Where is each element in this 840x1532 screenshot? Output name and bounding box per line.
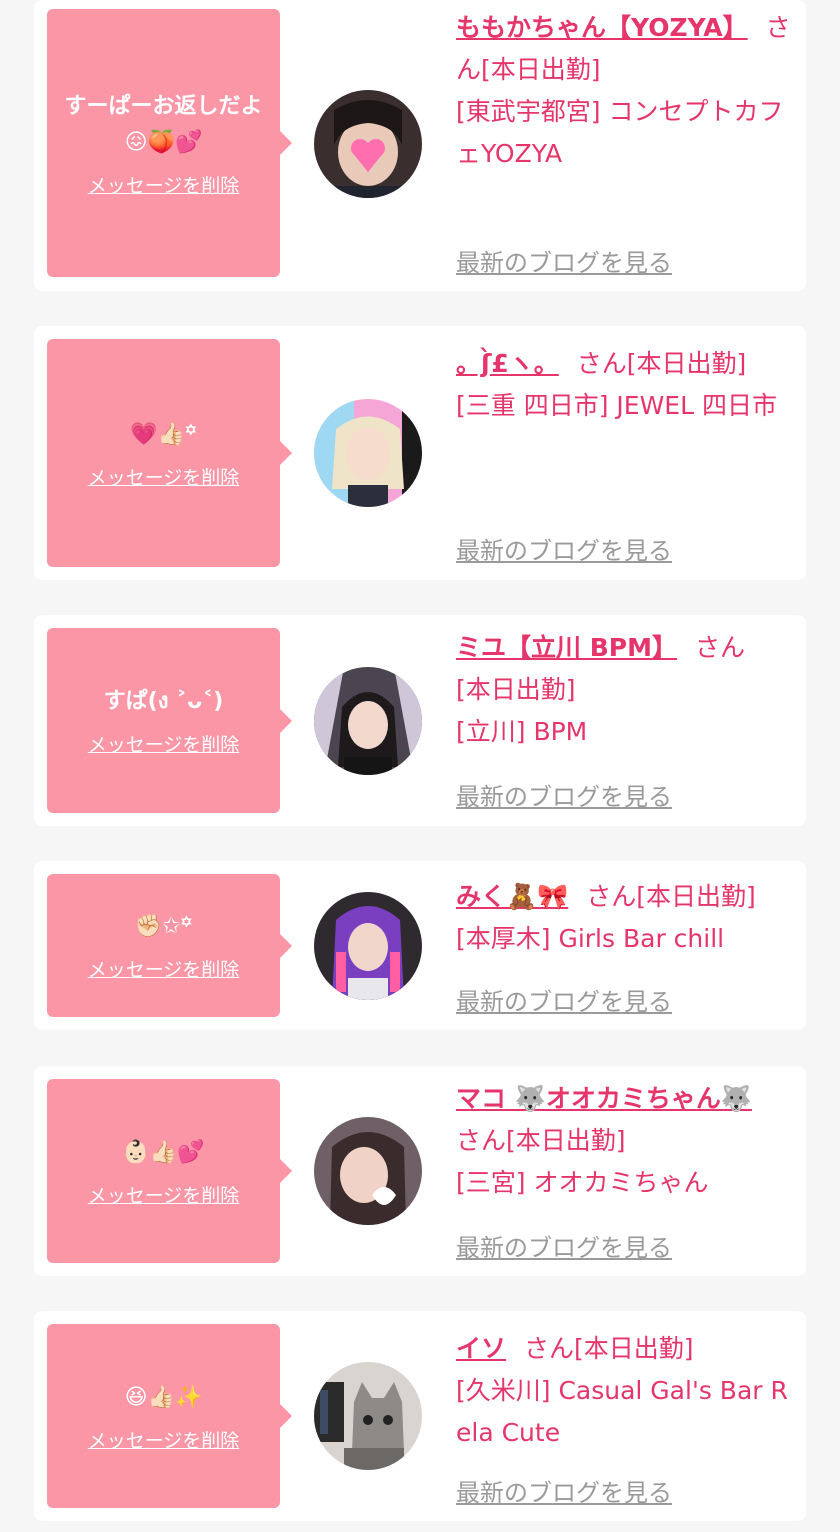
cast-info: みく🧸🎀 さん[本日出勤] [本厚木] Girls Bar chill [456,876,806,960]
status-text: [本日出勤] [636,882,756,911]
message-card: 👶🏻👍🏻💕 メッセージを削除 マコ 🐺オオカミちゃん🐺 さん[本日出勤] [三宮… [34,1066,806,1276]
avatar[interactable] [314,892,422,1000]
latest-blog-link[interactable]: 最新のブログを見る [456,243,672,278]
message-bubble: 👶🏻👍🏻💕 メッセージを削除 [47,1079,292,1263]
avatar[interactable] [314,1362,422,1470]
cast-name-link[interactable]: 。ʃ̀£ヽ。 [456,349,559,378]
latest-blog-link[interactable]: 最新のブログを見る [456,777,672,812]
status-text: [本日出勤] [456,675,576,704]
latest-blog-link[interactable]: 最新のブログを見る [456,531,672,566]
delete-message-link[interactable]: メッセージを削除 [88,463,240,490]
shop-location: [三重 四日市] JEWEL 四日市 [456,391,777,420]
delete-message-link[interactable]: メッセージを削除 [88,171,240,198]
honorific: さん [524,1334,575,1363]
cast-info: マコ 🐺オオカミちゃん🐺 さん[本日出勤] [三宮] オオカミちゃん [456,1078,806,1204]
avatar[interactable] [314,90,422,198]
cast-name-link[interactable]: イソ [456,1334,506,1363]
shop-location: [立川] BPM [456,717,588,746]
status-text: [本日出勤] [481,55,601,84]
delete-message-link[interactable]: メッセージを削除 [88,1426,240,1453]
latest-blog-link[interactable]: 最新のブログを見る [456,1473,672,1508]
shop-location: [本厚木] Girls Bar chill [456,924,725,953]
message-card: 😆👍🏻✨ メッセージを削除 イソ さん[本日出勤] [久米川] Casual Ga… [34,1311,806,1521]
message-text: すぱ(ง ˃ᴗ˂) [103,689,224,714]
honorific: さん [586,882,637,911]
message-card: すぱ(ง ˃ᴗ˂) メッセージを削除 ミユ【立川 BPM】 さん [本日出勤] [… [34,615,806,826]
cast-name-link[interactable]: みく🧸🎀 [456,882,568,911]
message-text: 😆👍🏻✨ [124,1384,203,1410]
message-text: ✊🏻✩꙳ [134,914,193,939]
message-text: 👶🏻👍🏻💕 [122,1139,205,1165]
cast-name-link[interactable]: ミユ【立川 BPM】 [456,633,677,662]
latest-blog-link[interactable]: 最新のブログを見る [456,1228,672,1263]
avatar[interactable] [314,667,422,775]
cast-info: ミユ【立川 BPM】 さん [本日出勤] [立川] BPM [456,627,796,753]
shop-location: [久米川] Casual Gal's Bar Rela Cute [456,1376,788,1447]
latest-blog-link[interactable]: 最新のブログを見る [456,982,672,1017]
message-card: 💗👍🏻꙳ メッセージを削除 。ʃ̀£ヽ。 さん[本日出勤] [三重 四日市] JE… [34,326,806,580]
message-bubble: すーぱーお返しだよ😖🍑💕 メッセージを削除 [47,9,292,277]
message-card: すーぱーお返しだよ😖🍑💕 メッセージを削除 ももかちゃん【YOZYA】 さん[本日… [34,0,806,291]
message-text: すーぱーお返しだよ😖🍑💕 [64,93,263,155]
cast-name-link[interactable]: ももかちゃん【YOZYA】 [456,13,748,42]
cast-info: イソ さん[本日出勤] [久米川] Casual Gal's Bar Rela C… [456,1328,796,1454]
message-text: 💗👍🏻꙳ [130,421,197,447]
message-card: ✊🏻✩꙳ メッセージを削除 みく🧸🎀 さん[本日出勤] [本厚木] Girls B… [34,861,806,1030]
delete-message-link[interactable]: メッセージを削除 [88,1181,240,1208]
honorific: さん [694,633,745,662]
honorific: さん [576,349,627,378]
shop-location: [東武宇都宮] コンセプトカフェYOZYA [456,97,784,168]
message-bubble: すぱ(ง ˃ᴗ˂) メッセージを削除 [47,628,292,813]
delete-message-link[interactable]: メッセージを削除 [88,730,240,757]
cast-name-link[interactable]: マコ 🐺オオカミちゃん🐺 [456,1084,752,1113]
delete-message-link[interactable]: メッセージを削除 [88,955,240,982]
cast-info: ももかちゃん【YOZYA】 さん[本日出勤] [東武宇都宮] コンセプトカフェYO… [456,7,796,175]
message-bubble: ✊🏻✩꙳ メッセージを削除 [47,874,292,1017]
status-text: [本日出勤] [574,1334,694,1363]
message-bubble: 😆👍🏻✨ メッセージを削除 [47,1324,292,1508]
cast-info: 。ʃ̀£ヽ。 さん[本日出勤] [三重 四日市] JEWEL 四日市 [456,343,796,427]
status-text: [本日出勤] [626,349,747,378]
avatar[interactable] [314,399,422,507]
message-bubble: 💗👍🏻꙳ メッセージを削除 [47,339,292,567]
avatar[interactable] [314,1117,422,1225]
shop-location: [三宮] オオカミちゃん [456,1168,709,1197]
status-text: [本日出勤] [506,1126,626,1155]
honorific: さん [456,1126,507,1155]
